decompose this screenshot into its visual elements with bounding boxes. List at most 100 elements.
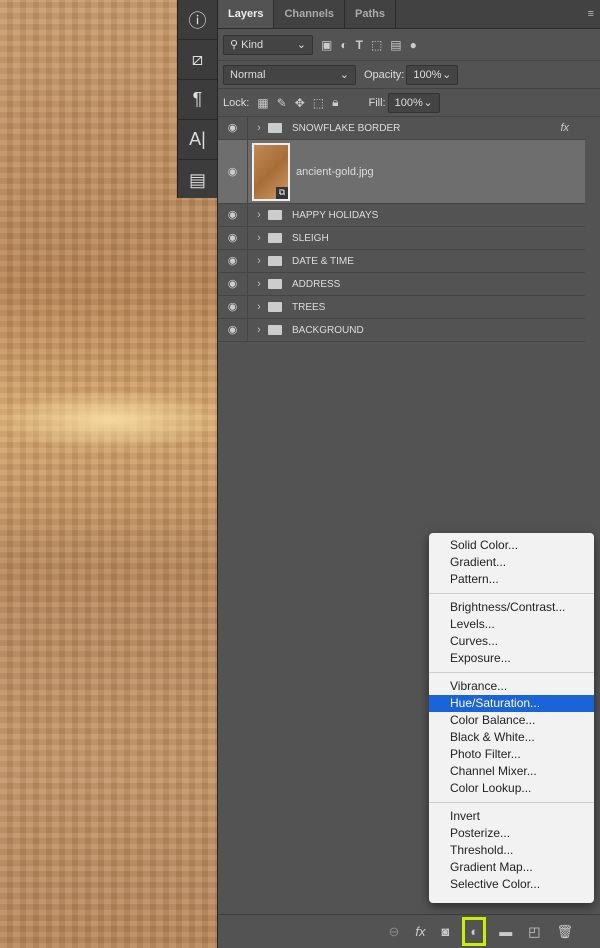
tab-paths[interactable]: Paths bbox=[345, 0, 396, 28]
visibility-eye-icon[interactable]: ◉ bbox=[218, 204, 248, 226]
new-adjustment-layer-icon[interactable]: ◐ bbox=[462, 917, 487, 946]
menu-item[interactable]: Posterize... bbox=[429, 825, 594, 842]
filter-kind-select[interactable]: ⚲ Kind ⌄ bbox=[223, 34, 313, 55]
paragraph-icon[interactable]: ¶ bbox=[178, 80, 217, 120]
opacity-label: Opacity: bbox=[364, 68, 405, 81]
add-mask-icon[interactable]: ◙ bbox=[441, 924, 449, 939]
opacity-value: 100% bbox=[413, 68, 442, 81]
menu-item[interactable]: Threshold... bbox=[429, 842, 594, 859]
menu-item[interactable]: Solid Color... bbox=[429, 537, 594, 554]
menu-item[interactable]: Selective Color... bbox=[429, 876, 594, 893]
layer-row[interactable]: ◉ › HAPPY HOLIDAYS bbox=[218, 204, 585, 227]
menu-item[interactable]: Gradient Map... bbox=[429, 859, 594, 876]
menu-item[interactable]: Brightness/Contrast... bbox=[429, 599, 594, 616]
layer-row[interactable]: ◉ › BACKGROUND bbox=[218, 319, 585, 342]
folder-icon bbox=[268, 279, 282, 289]
folder-icon bbox=[268, 302, 282, 312]
chevron-right-icon[interactable]: › bbox=[252, 278, 266, 290]
menu-item[interactable]: Pattern... bbox=[429, 571, 594, 588]
search-icon: ⚲ bbox=[230, 39, 242, 51]
menu-separator bbox=[429, 593, 594, 594]
fill-input[interactable]: 100% ⌄ bbox=[387, 92, 440, 113]
lock-brush-icon[interactable]: ✎ bbox=[277, 96, 287, 110]
folder-icon bbox=[268, 210, 282, 220]
chevron-right-icon[interactable]: › bbox=[252, 301, 266, 313]
chevron-right-icon[interactable]: › bbox=[252, 255, 266, 267]
layer-row-selected[interactable]: ◉ ⧉ ancient-gold.jpg bbox=[218, 140, 585, 204]
chevron-right-icon[interactable]: › bbox=[252, 209, 266, 221]
lock-move-icon[interactable]: ✥ bbox=[295, 96, 305, 110]
filter-type-icon[interactable]: T bbox=[356, 38, 363, 52]
visibility-eye-icon[interactable]: ◉ bbox=[218, 250, 248, 272]
opacity-input[interactable]: 100% ⌄ bbox=[406, 64, 459, 85]
new-group-folder-icon[interactable]: ▬ bbox=[499, 924, 512, 939]
folder-icon bbox=[268, 233, 282, 243]
fill-value: 100% bbox=[394, 96, 423, 109]
visibility-eye-icon[interactable]: ◉ bbox=[218, 117, 248, 139]
menu-item[interactable]: Curves... bbox=[429, 633, 594, 650]
visibility-eye-icon[interactable]: ◉ bbox=[218, 227, 248, 249]
panel-dock: ⓘ ⧄ ¶ A| ▤ bbox=[177, 0, 217, 198]
info-icon[interactable]: ⓘ bbox=[178, 0, 217, 40]
link-layers-icon[interactable]: ⊖ bbox=[388, 924, 399, 940]
properties-icon[interactable]: ⧄ bbox=[178, 40, 217, 80]
visibility-eye-icon[interactable]: ◉ bbox=[218, 273, 248, 295]
layer-row[interactable]: ◉ › DATE & TIME bbox=[218, 250, 585, 273]
trash-icon[interactable]: 🗑︎ bbox=[556, 924, 573, 940]
chevron-right-icon[interactable]: › bbox=[252, 324, 266, 336]
new-layer-icon[interactable]: ◰ bbox=[528, 924, 540, 940]
filter-adjustment-icon[interactable]: ◐ bbox=[340, 38, 347, 52]
add-style-fx-icon[interactable]: fx bbox=[415, 924, 425, 939]
fill-label: Fill: bbox=[368, 96, 386, 109]
lock-transparent-icon[interactable]: ▦ bbox=[257, 96, 268, 110]
visibility-eye-icon[interactable]: ◉ bbox=[218, 296, 248, 318]
menu-item[interactable]: Vibrance... bbox=[429, 678, 594, 695]
layer-thumbnail: ⧉ bbox=[252, 142, 290, 201]
menu-item[interactable]: Invert bbox=[429, 808, 594, 825]
menu-item[interactable]: Levels... bbox=[429, 616, 594, 633]
layer-name: ADDRESS bbox=[292, 278, 341, 290]
filter-kind-value: Kind bbox=[241, 38, 264, 51]
menu-item[interactable]: Color Lookup... bbox=[429, 780, 594, 797]
lock-all-icon[interactable]: 🔒︎ bbox=[332, 95, 338, 110]
menu-separator bbox=[429, 672, 594, 673]
fx-icon[interactable]: fx bbox=[560, 122, 569, 134]
tab-channels[interactable]: Channels bbox=[274, 0, 345, 28]
chevron-right-icon[interactable]: › bbox=[252, 122, 266, 134]
lock-label: Lock: bbox=[223, 96, 250, 109]
chevron-right-icon[interactable]: › bbox=[252, 232, 266, 244]
menu-item[interactable]: Photo Filter... bbox=[429, 746, 594, 763]
character-icon[interactable]: A| bbox=[178, 120, 217, 160]
folder-icon bbox=[268, 256, 282, 266]
filter-pixel-icon[interactable]: ▣ bbox=[321, 38, 332, 52]
layer-name: ancient-gold.jpg bbox=[296, 165, 374, 178]
layer-name: SLEIGH bbox=[292, 232, 329, 244]
folder-icon bbox=[268, 325, 282, 335]
menu-item[interactable]: Gradient... bbox=[429, 554, 594, 571]
menu-item[interactable]: Hue/Saturation... bbox=[429, 695, 594, 712]
visibility-eye-icon[interactable]: ◉ bbox=[218, 140, 248, 203]
notes-icon[interactable]: ▤ bbox=[178, 160, 217, 200]
smart-object-icon: ⧉ bbox=[276, 186, 288, 199]
menu-separator bbox=[429, 802, 594, 803]
menu-item[interactable]: Channel Mixer... bbox=[429, 763, 594, 780]
tab-layers[interactable]: Layers bbox=[218, 0, 275, 28]
folder-icon bbox=[268, 123, 282, 133]
panel-menu-icon[interactable]: ≡ bbox=[588, 0, 594, 28]
lock-artboard-icon[interactable]: ⬚ bbox=[313, 96, 324, 110]
menu-item[interactable]: Color Balance... bbox=[429, 712, 594, 729]
menu-item[interactable]: Black & White... bbox=[429, 729, 594, 746]
layer-row[interactable]: ◉ › SLEIGH bbox=[218, 227, 585, 250]
filter-shape-icon[interactable]: ⬚ bbox=[371, 38, 382, 52]
blend-mode-value: Normal bbox=[230, 68, 266, 81]
adjustment-layer-menu: Solid Color... Gradient... Pattern... Brigh… bbox=[429, 533, 594, 903]
layer-row[interactable]: ◉ › SNOWFLAKE BORDER fx bbox=[218, 117, 585, 140]
visibility-eye-icon[interactable]: ◉ bbox=[218, 319, 248, 341]
layer-row[interactable]: ◉ › TREES bbox=[218, 296, 585, 319]
filter-smart-object-icon[interactable]: ▤ bbox=[390, 38, 401, 52]
layer-name: HAPPY HOLIDAYS bbox=[292, 209, 379, 221]
menu-item[interactable]: Exposure... bbox=[429, 650, 594, 667]
blend-mode-select[interactable]: Normal ⌄ bbox=[223, 64, 356, 85]
layer-row[interactable]: ◉ › ADDRESS bbox=[218, 273, 585, 296]
filter-toggle[interactable]: ● bbox=[410, 38, 417, 52]
